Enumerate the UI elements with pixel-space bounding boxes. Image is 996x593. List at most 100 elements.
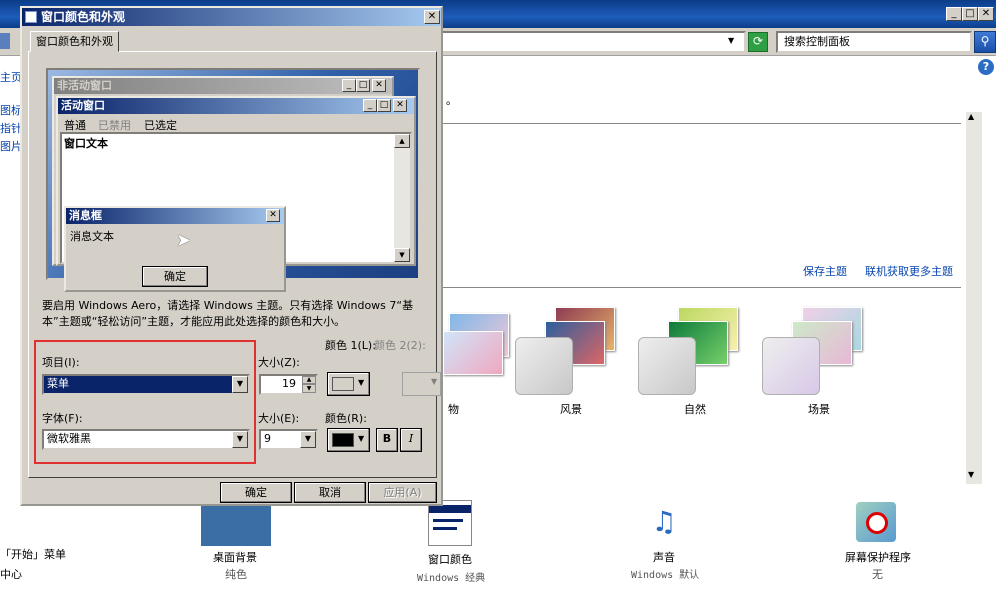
help-icon[interactable]: ? [978, 59, 994, 75]
cancel-button[interactable]: 取消 [294, 482, 366, 503]
item-label: 项目(I): [42, 356, 80, 369]
active-window-title: 活动窗口 [58, 98, 414, 114]
start-menu-link[interactable]: 「开始」菜单 [0, 546, 66, 562]
nav-icons[interactable]: 图标 [0, 102, 22, 118]
nav-home[interactable]: 主页 [0, 69, 22, 85]
font-size-label: 大小(E): [258, 412, 300, 425]
ok-button[interactable]: 确定 [220, 482, 292, 503]
spin-up-icon[interactable]: ▲ [302, 376, 316, 384]
close-icon[interactable]: ✕ [424, 10, 440, 24]
theme-caption: 物 [448, 403, 459, 416]
center-link[interactable]: 中心 [0, 566, 22, 582]
aero-info-text: 要启用 Windows Aero，请选择 Windows 主题。只有选择 Win… [42, 299, 414, 328]
screensaver-label[interactable]: 屏幕保护程序 [845, 549, 911, 565]
font-color-swatch [332, 433, 354, 447]
tab-window-color[interactable]: 窗口颜色和外观 [30, 31, 119, 52]
window-color-icon-line [433, 527, 457, 530]
scroll-up-icon[interactable]: ▲ [968, 112, 974, 121]
sound-icon[interactable]: ♫ [641, 502, 687, 546]
color1-swatch [332, 377, 354, 391]
nav-pointers[interactable]: 指针 [0, 120, 22, 136]
cursor-arrow-icon: ➤ [176, 230, 192, 251]
theme-list-scrollbar[interactable]: ▲ ▼ [966, 112, 982, 484]
nav-pictures[interactable]: 图片 [0, 138, 22, 154]
italic-button[interactable]: I [400, 428, 422, 452]
dialog-title-bar: 窗口颜色和外观 ✕ [22, 8, 441, 26]
theme-caption: 风景 [560, 403, 582, 416]
address-input[interactable] [440, 31, 746, 53]
item-select-value: 菜单 [47, 377, 69, 390]
message-box-ok-button: 确定 [142, 266, 208, 287]
message-box-close-icon: ✕ [266, 209, 280, 222]
menu-selected: 已选定 [144, 119, 177, 132]
theme-list-top-border [443, 123, 961, 124]
font-select[interactable]: 微软雅黑 ▼ [42, 429, 250, 450]
theme-glass-icon [638, 337, 696, 395]
font-size-dropdown-icon[interactable]: ▼ [300, 431, 316, 448]
font-color-label: 颜色(R): [325, 412, 367, 425]
desktop-background-value: 纯色 [225, 568, 247, 581]
apply-button[interactable]: 应用(A) [368, 482, 437, 503]
color1-dropdown-icon: ▼ [358, 378, 365, 387]
window-color-label[interactable]: 窗口颜色 [428, 551, 472, 567]
spin-down-icon[interactable]: ▼ [302, 384, 316, 393]
desktop-background-icon[interactable] [201, 506, 271, 546]
color2-button[interactable]: ▼ [402, 372, 441, 396]
item-select[interactable]: 菜单 ▼ [42, 374, 250, 395]
dialog-title: 窗口颜色和外观 [41, 10, 126, 24]
theme-glass-icon [762, 337, 820, 395]
font-color-dropdown-icon: ▼ [358, 434, 365, 443]
menu-disabled: 已禁用 [98, 119, 131, 132]
theme-landscape[interactable] [515, 305, 625, 397]
font-size-select[interactable]: 9 ▼ [259, 429, 318, 450]
address-dropdown-icon[interactable]: ▼ [728, 36, 734, 45]
font-dropdown-icon[interactable]: ▼ [232, 431, 248, 448]
text-fragment: 。 [446, 94, 457, 107]
refresh-icon[interactable]: ⟳ [748, 32, 768, 52]
theme-scenes[interactable] [762, 305, 872, 397]
size-value: 19 [282, 377, 296, 390]
color1-button[interactable]: ▼ [327, 372, 370, 396]
theme-caption: 自然 [684, 403, 706, 416]
active-close-icon: ✕ [393, 99, 407, 112]
screensaver-value: 无 [872, 568, 883, 581]
theme-glass-icon [515, 337, 573, 395]
scroll-down-icon[interactable]: ▼ [968, 470, 974, 479]
sound-label[interactable]: 声音 [653, 549, 675, 565]
desktop-background-label[interactable]: 桌面背景 [213, 549, 257, 565]
search-input[interactable]: 搜索控制面板 [776, 31, 972, 53]
theme-preview-image [443, 331, 503, 375]
theme-nature[interactable] [638, 305, 748, 397]
message-box-preview: 消息框 ✕ 消息文本 确定 ➤ [64, 206, 286, 292]
save-theme-link[interactable]: 保存主题 [803, 263, 847, 279]
preview-scroll-up-icon: ▲ [394, 134, 410, 148]
close-button[interactable]: ✕ [978, 7, 994, 21]
window-color-dialog: 窗口颜色和外观 ✕ 窗口颜色和外观 非活动窗口 _ □ ✕ 活动窗口 _ □ ✕… [20, 6, 443, 506]
minimize-button[interactable]: _ [946, 7, 962, 21]
search-icon[interactable]: ⚲ [974, 31, 996, 53]
theme-divider [443, 287, 961, 288]
maximize-button[interactable]: □ [962, 7, 978, 21]
inactive-maximize-icon: □ [356, 79, 370, 92]
get-more-themes-link[interactable]: 联机获取更多主题 [865, 263, 953, 279]
inactive-close-icon: ✕ [372, 79, 386, 92]
message-box-text: 消息文本 [70, 230, 114, 243]
sound-value: Windows 默认 [631, 570, 700, 581]
color2-dropdown-icon: ▼ [431, 377, 438, 386]
window-color-value: Windows 经典 [417, 573, 486, 584]
item-dropdown-icon[interactable]: ▼ [232, 376, 248, 393]
bold-button[interactable]: B [376, 428, 398, 452]
color2-label: 颜色 2(2): [374, 339, 426, 352]
font-color-button[interactable]: ▼ [327, 428, 370, 452]
preview-scroll-down-icon: ▼ [394, 248, 410, 262]
preview-scrollbar: ▲ ▼ [394, 134, 410, 262]
window-text: 窗口文本 [64, 137, 108, 150]
preview-area: 非活动窗口 _ □ ✕ 活动窗口 _ □ ✕ 普通 已禁用 已选定 窗口文本 ▲… [46, 68, 420, 292]
screensaver-icon[interactable] [856, 502, 896, 542]
font-size-value: 9 [264, 432, 271, 445]
size-spinner[interactable]: 19 ▲ ▼ [259, 374, 318, 395]
inactive-minimize-icon: _ [342, 79, 356, 92]
window-color-icon[interactable] [428, 500, 472, 546]
theme-characters[interactable] [443, 307, 509, 397]
theme-caption: 场景 [808, 403, 830, 416]
